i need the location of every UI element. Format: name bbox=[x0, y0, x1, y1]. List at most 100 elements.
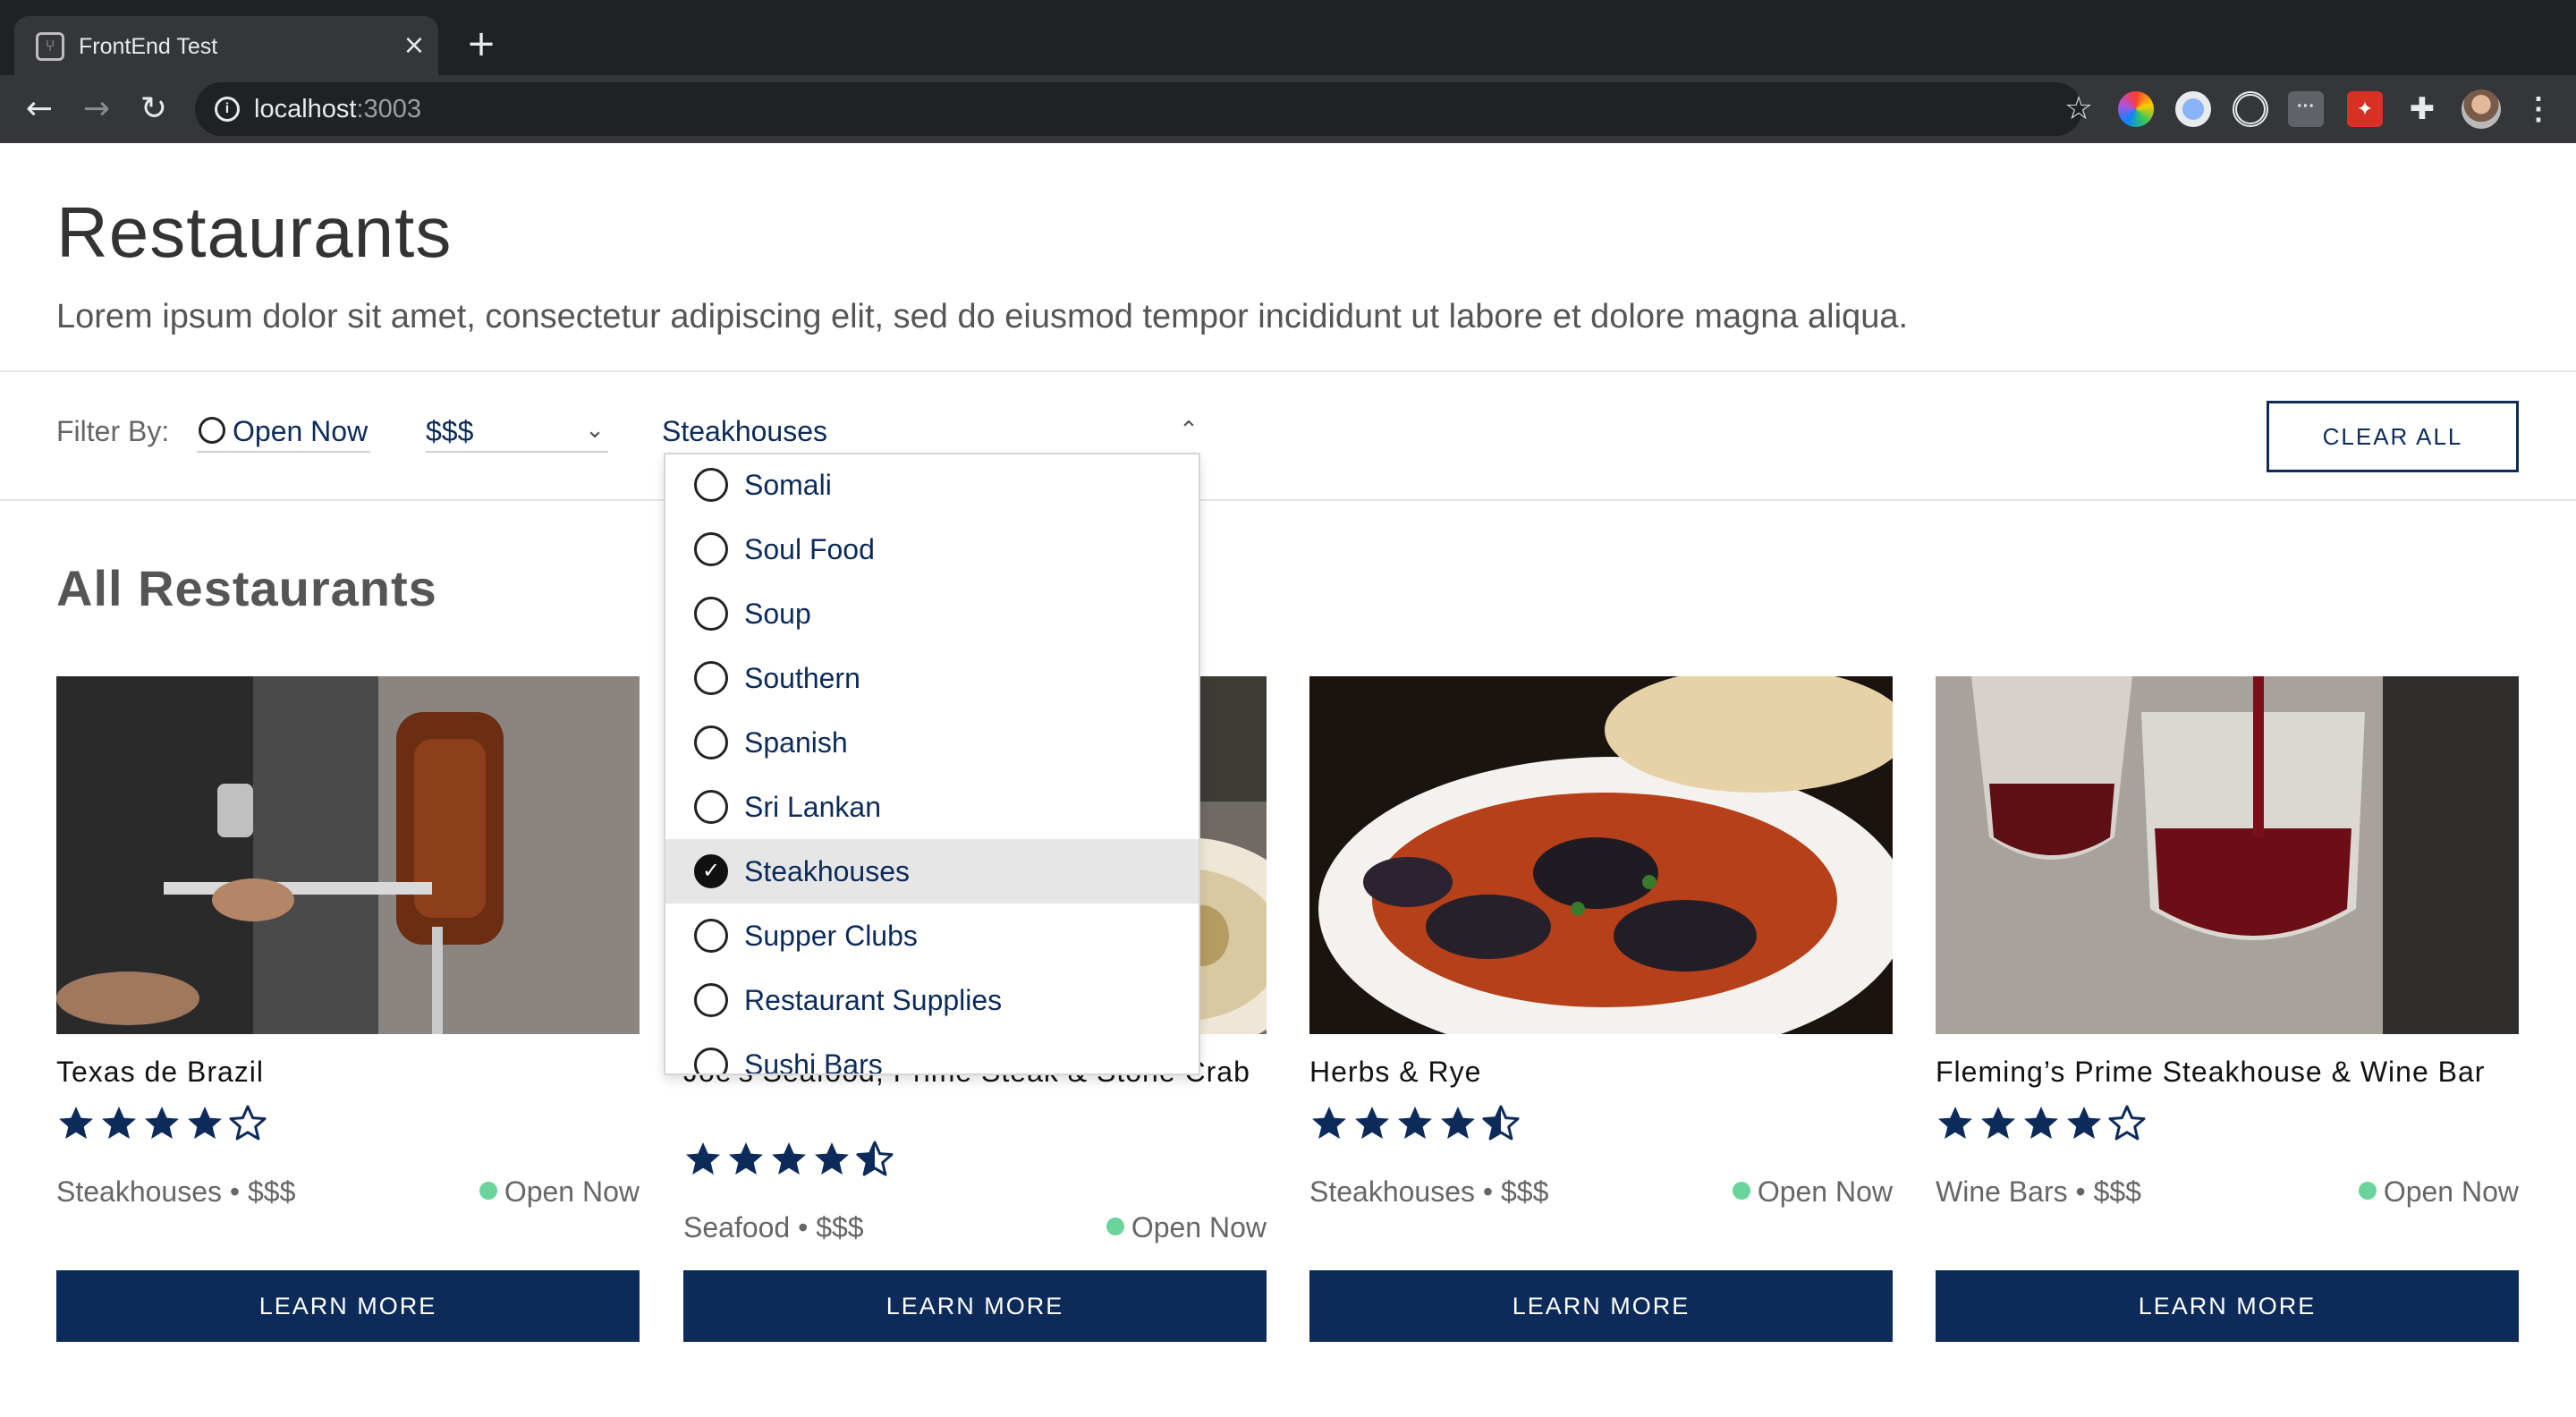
dropdown-option-label: Restaurant Supplies bbox=[744, 984, 1003, 1016]
kebab-menu-icon[interactable]: ⋮ bbox=[2521, 89, 2556, 129]
restaurant-category: Steakhouses bbox=[56, 1175, 223, 1208]
star-full-icon bbox=[1398, 1107, 1432, 1139]
new-tab-plus-icon[interactable]: + bbox=[463, 26, 499, 63]
radio-icon[interactable] bbox=[694, 983, 728, 1017]
filter-label: Filter By: bbox=[56, 415, 170, 447]
star-outline-icon[interactable]: ☆ bbox=[2061, 91, 2097, 127]
ring-extension-icon[interactable] bbox=[2175, 91, 2211, 127]
star-full-icon bbox=[2067, 1107, 2101, 1139]
learn-more-button[interactable]: LEARN MORE bbox=[683, 1270, 1267, 1342]
radio-icon[interactable] bbox=[694, 532, 728, 566]
open-status-label: Open Now bbox=[1131, 1211, 1267, 1243]
dropdown-option-label: Southern bbox=[744, 662, 860, 694]
star-half-icon bbox=[1482, 1105, 1520, 1141]
color-picker-extension-icon[interactable] bbox=[2118, 91, 2154, 127]
price-select-value: $$$ bbox=[426, 415, 474, 447]
dropdown-option[interactable]: Spanish bbox=[665, 710, 1199, 775]
red-extension-icon[interactable]: ✦ bbox=[2347, 91, 2383, 127]
open-status: Open Now bbox=[479, 1174, 640, 1209]
dropdown-option-label: Sri Lankan bbox=[744, 791, 881, 823]
page-content: Restaurants Lorem ipsum dolor sit amet, … bbox=[0, 143, 2576, 1417]
page-description: Lorem ipsum dolor sit amet, consectetur … bbox=[56, 298, 1909, 335]
checkmark-icon: ✓ bbox=[701, 858, 721, 883]
open-status: Open Now bbox=[1106, 1209, 1267, 1245]
restaurant-name: Fleming’s Prime Steakhouse & Wine Bar bbox=[1936, 1056, 2486, 1088]
clear-all-button[interactable]: CLEAR ALL bbox=[2267, 401, 2519, 472]
star-full-icon bbox=[815, 1142, 849, 1175]
chevron-up-icon: ⌃ bbox=[1179, 417, 1199, 444]
restaurant-name: Herbs & Rye bbox=[1309, 1056, 1482, 1088]
category-select[interactable]: Steakhouses ⌃ bbox=[662, 410, 1200, 453]
restaurant-price: $$$ bbox=[2093, 1175, 2141, 1208]
dropdown-option[interactable]: ✓ Steakhouses bbox=[665, 839, 1199, 904]
puzzle-icon[interactable]: ✚ bbox=[2404, 91, 2440, 127]
reload-icon[interactable]: ↻ bbox=[132, 88, 175, 131]
star-full-icon bbox=[188, 1107, 222, 1139]
open-status-dot bbox=[479, 1182, 497, 1200]
price-select[interactable]: $$$ ⌄ bbox=[426, 410, 608, 453]
radio-icon[interactable] bbox=[199, 417, 225, 444]
open-status-label: Open Now bbox=[504, 1175, 640, 1208]
star-full-icon bbox=[729, 1142, 763, 1175]
divider bbox=[0, 499, 2576, 501]
restaurant-price: $$$ bbox=[816, 1211, 864, 1243]
info-icon[interactable]: i bbox=[215, 97, 240, 122]
star-empty-icon bbox=[2108, 1105, 2146, 1141]
address-bar[interactable]: i localhost:3003 ☆ bbox=[195, 82, 2093, 136]
learn-more-button[interactable]: LEARN MORE bbox=[56, 1270, 640, 1342]
dropdown-option[interactable]: Supper Clubs bbox=[665, 904, 1199, 968]
restaurant-price: $$$ bbox=[1501, 1175, 1549, 1208]
star-full-icon bbox=[1938, 1107, 1972, 1139]
star-full-icon bbox=[772, 1142, 806, 1175]
restaurant-card: Herbs & Rye Steakhouses • $$$ Open Now L… bbox=[1309, 676, 1893, 1374]
star-half-icon bbox=[856, 1141, 894, 1176]
dropdown-option-label: Steakhouses bbox=[744, 855, 911, 887]
target-extension-icon[interactable] bbox=[2233, 91, 2268, 127]
learn-more-button[interactable]: LEARN MORE bbox=[1936, 1270, 2519, 1342]
tab-strip: ⑂ FrontEnd Test × + bbox=[0, 0, 2576, 75]
restaurant-category: Steakhouses bbox=[1309, 1175, 1476, 1208]
restaurant-category: Wine Bars bbox=[1936, 1175, 2068, 1208]
browser-chrome: ⑂ FrontEnd Test × + ← → ↻ i localhost:30… bbox=[0, 0, 2576, 143]
star-full-icon bbox=[1441, 1107, 1475, 1139]
dropdown-option[interactable]: Southern bbox=[665, 646, 1199, 710]
dropdown-option[interactable]: Soul Food bbox=[665, 517, 1199, 581]
profile-avatar[interactable] bbox=[2462, 89, 2501, 129]
arrow-right-icon[interactable]: → bbox=[75, 88, 118, 131]
dropdown-option[interactable]: Soup bbox=[665, 581, 1199, 646]
radio-icon[interactable] bbox=[694, 790, 728, 824]
learn-more-button[interactable]: LEARN MORE bbox=[1309, 1270, 1893, 1342]
restaurant-price: $$$ bbox=[248, 1175, 296, 1208]
radio-icon[interactable] bbox=[694, 597, 728, 631]
open-now-filter[interactable]: Open Now bbox=[197, 410, 370, 453]
rating-stars bbox=[56, 1104, 271, 1147]
star-full-icon bbox=[59, 1107, 93, 1139]
radio-icon[interactable] bbox=[694, 919, 728, 953]
restaurant-card: Texas de Brazil Steakhouses • $$$ Open N… bbox=[56, 676, 640, 1374]
dropdown-option-label: Supper Clubs bbox=[744, 920, 918, 952]
open-status: Open Now bbox=[2358, 1174, 2519, 1209]
restaurant-meta: Wine Bars • $$$ bbox=[1936, 1175, 2141, 1208]
dropdown-option[interactable]: Restaurant Supplies bbox=[665, 968, 1199, 1032]
arrow-left-icon[interactable]: ← bbox=[18, 88, 61, 131]
dots-extension-icon[interactable]: ··· bbox=[2288, 91, 2324, 127]
restaurant-photo bbox=[1309, 676, 1893, 1034]
dropdown-option[interactable]: Somali bbox=[665, 454, 1199, 517]
category-dropdown-menu[interactable]: Somali Soul Food Soup Southern Spanish Sri La… bbox=[664, 453, 1200, 1075]
close-icon[interactable]: × bbox=[399, 30, 429, 61]
browser-tab[interactable]: ⑂ FrontEnd Test × bbox=[14, 16, 438, 75]
open-status: Open Now bbox=[1732, 1174, 1893, 1209]
radio-icon[interactable] bbox=[694, 1048, 728, 1073]
radio-icon[interactable] bbox=[694, 661, 728, 695]
dropdown-option[interactable]: Sushi Bars bbox=[665, 1032, 1199, 1075]
url-text[interactable]: localhost:3003 bbox=[254, 95, 421, 123]
radio-icon[interactable] bbox=[694, 468, 728, 502]
dropdown-option-label: Spanish bbox=[744, 726, 848, 759]
dropdown-option[interactable]: Sri Lankan bbox=[665, 775, 1199, 839]
category-select-value: Steakhouses bbox=[662, 415, 828, 447]
radio-icon[interactable] bbox=[694, 725, 728, 759]
rating-stars bbox=[1309, 1104, 1524, 1147]
dropdown-option-label: Sushi Bars bbox=[744, 1048, 883, 1075]
star-full-icon bbox=[102, 1107, 136, 1139]
star-full-icon bbox=[145, 1107, 179, 1139]
